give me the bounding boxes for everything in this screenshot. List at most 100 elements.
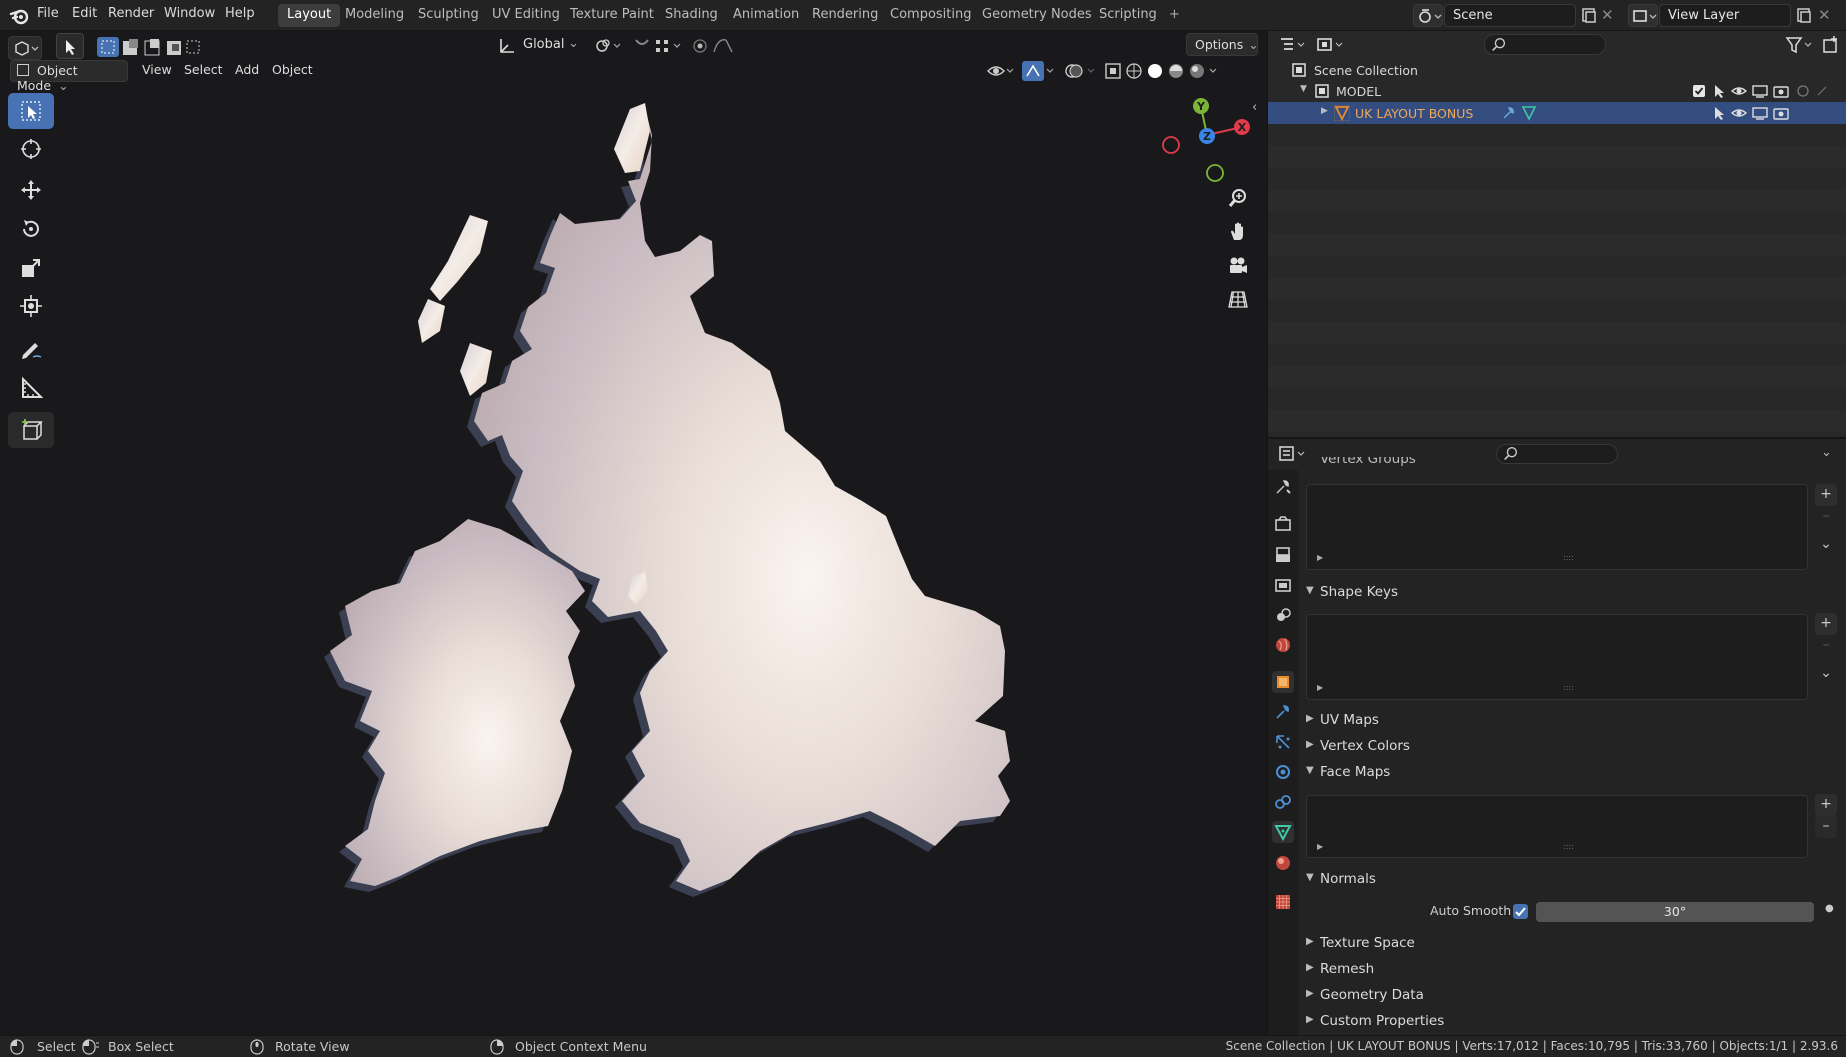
new-view-layer-icon[interactable]: [1794, 6, 1814, 25]
uv-maps-panel-header[interactable]: ▶ UV Maps: [1300, 712, 1846, 736]
viewport-display-controls[interactable]: [984, 60, 1264, 82]
menu-object[interactable]: Object: [272, 62, 313, 77]
menu-select[interactable]: Select: [184, 62, 223, 77]
tab-modeling[interactable]: Modeling: [336, 4, 413, 27]
auto-smooth-angle-field[interactable]: 30°: [1536, 902, 1814, 922]
camera-icon[interactable]: [1224, 251, 1252, 279]
shape-keys-panel-header[interactable]: ▼ Shape Keys: [1300, 584, 1846, 608]
expand-arrow-icon[interactable]: ▶: [1317, 683, 1323, 692]
shape-key-specials-icon[interactable]: ⌄: [1815, 663, 1837, 685]
tab-scripting[interactable]: Scripting: [1090, 4, 1166, 27]
vertex-group-specials-icon[interactable]: ⌄: [1815, 534, 1837, 556]
zoom-icon[interactable]: [1224, 184, 1252, 212]
outliner-row-model-collection[interactable]: ▼ MODEL: [1268, 80, 1846, 102]
add-vertex-group-button[interactable]: +: [1815, 484, 1837, 506]
select-box-tool[interactable]: [8, 93, 54, 129]
3d-viewport[interactable]: [0, 31, 1266, 1035]
new-scene-icon[interactable]: [1579, 6, 1599, 25]
new-collection-icon[interactable]: [1820, 34, 1842, 56]
add-face-map-button[interactable]: +: [1815, 794, 1837, 816]
vertex-groups-list[interactable]: ▶ ::::: [1306, 484, 1808, 570]
annotate-tool[interactable]: [8, 331, 54, 367]
transform-orientation-select[interactable]: Global: [523, 37, 564, 52]
pan-hand-icon[interactable]: [1224, 217, 1252, 245]
filter-icon[interactable]: [1784, 34, 1816, 56]
tab-compositing[interactable]: Compositing: [881, 4, 981, 27]
face-maps-panel-header[interactable]: ▼ Face Maps: [1300, 764, 1846, 788]
options-dropdown[interactable]: Options ⌄: [1186, 33, 1259, 56]
tab-texture-paint[interactable]: Texture Paint: [561, 4, 663, 27]
expand-arrow-icon[interactable]: ▼: [1300, 84, 1307, 94]
outliner-search-input[interactable]: [1484, 34, 1606, 55]
texture-tab-icon[interactable]: [1272, 891, 1294, 913]
list-resize-handle[interactable]: ::::: [1563, 842, 1574, 851]
scale-tool[interactable]: [8, 250, 54, 286]
properties-search-input[interactable]: [1496, 444, 1618, 464]
perspective-grid-icon[interactable]: [1224, 285, 1252, 313]
cursor-tool[interactable]: [8, 131, 54, 167]
constraints-tab-icon[interactable]: [1272, 791, 1294, 813]
editor-type-button[interactable]: [8, 36, 42, 60]
display-mode-button[interactable]: [1314, 34, 1348, 56]
view-layer-tab-icon[interactable]: [1272, 574, 1294, 596]
output-tab-icon[interactable]: [1272, 544, 1294, 566]
custom-properties-panel-header[interactable]: ▶ Custom Properties: [1300, 1013, 1846, 1037]
object-mode-select[interactable]: Object Mode ⌄: [10, 60, 128, 93]
navigation-gizmo[interactable]: Y Z X: [1155, 95, 1255, 190]
tab-uv-editing[interactable]: UV Editing: [483, 4, 569, 27]
expand-arrow-icon[interactable]: ▶: [1321, 106, 1328, 116]
rotate-tool[interactable]: [8, 211, 54, 247]
properties-editor-type-button[interactable]: [1276, 443, 1310, 465]
remove-shape-key-button[interactable]: –: [1815, 635, 1837, 657]
measure-tool[interactable]: [8, 370, 54, 406]
menu-file[interactable]: File: [37, 6, 59, 21]
menu-edit[interactable]: Edit: [72, 6, 97, 21]
scene-name-field[interactable]: Scene: [1444, 4, 1576, 27]
collection-restriction-toggles[interactable]: [1690, 83, 1830, 99]
physics-tab-icon[interactable]: [1272, 761, 1294, 783]
blender-logo-icon[interactable]: [8, 5, 30, 27]
menu-view[interactable]: View: [142, 62, 172, 77]
add-cube-tool[interactable]: [8, 412, 54, 448]
render-tab-icon[interactable]: [1272, 513, 1294, 535]
add-shape-key-button[interactable]: +: [1815, 613, 1837, 635]
pivot-snap-proportional-icons[interactable]: [590, 34, 740, 58]
outliner-row-uk-layout-bonus[interactable]: ▶ UK LAYOUT BONUS: [1268, 102, 1846, 124]
modifier-tab-icon[interactable]: [1272, 701, 1294, 723]
tab-rendering[interactable]: Rendering: [803, 4, 887, 27]
outliner-editor-type-button[interactable]: [1276, 34, 1310, 56]
texture-space-panel-header[interactable]: ▶ Texture Space: [1300, 935, 1846, 959]
material-tab-icon[interactable]: [1272, 852, 1294, 874]
menu-help[interactable]: Help: [225, 6, 255, 21]
view-layer-selector-button[interactable]: [1628, 4, 1658, 27]
view-layer-field[interactable]: View Layer: [1659, 4, 1791, 27]
expand-arrow-icon[interactable]: ▶: [1317, 553, 1323, 562]
transform-tool[interactable]: [8, 288, 54, 324]
vertex-colors-panel-header[interactable]: ▶ Vertex Colors: [1300, 738, 1846, 762]
vertex-groups-panel-header[interactable]: Vertex Groups: [1320, 457, 1416, 469]
tab-shading[interactable]: Shading: [656, 4, 727, 27]
menu-add[interactable]: Add: [235, 62, 259, 77]
move-tool[interactable]: [8, 172, 54, 208]
tool-tab-icon[interactable]: [1272, 476, 1294, 498]
face-maps-list[interactable]: ▶ ::::: [1306, 795, 1808, 858]
remove-face-map-button[interactable]: –: [1815, 816, 1837, 838]
geometry-data-panel-header[interactable]: ▶ Geometry Data: [1300, 987, 1846, 1011]
menu-window[interactable]: Window: [164, 6, 215, 21]
remove-vertex-group-button[interactable]: –: [1815, 506, 1837, 528]
outliner-row-scene-collection[interactable]: Scene Collection: [1268, 59, 1846, 81]
remesh-panel-header[interactable]: ▶ Remesh: [1300, 961, 1846, 985]
selection-mode-buttons[interactable]: [95, 36, 201, 58]
scene-tab-icon[interactable]: [1272, 604, 1294, 626]
tab-animation[interactable]: Animation: [724, 4, 808, 27]
scene-selector-button[interactable]: [1413, 4, 1443, 27]
uk-map-model[interactable]: [0, 31, 1266, 1035]
delete-scene-icon[interactable]: ✕: [1601, 6, 1619, 25]
object-tab-icon[interactable]: [1272, 671, 1294, 693]
auto-smooth-checkbox[interactable]: [1513, 904, 1528, 919]
sidebar-toggle-icon[interactable]: ‹: [1252, 100, 1257, 115]
tab-geometry-nodes[interactable]: Geometry Nodes: [973, 4, 1101, 27]
particles-tab-icon[interactable]: [1272, 731, 1294, 753]
menu-render[interactable]: Render: [108, 6, 154, 21]
shape-keys-list[interactable]: ▶ ::::: [1306, 614, 1808, 700]
